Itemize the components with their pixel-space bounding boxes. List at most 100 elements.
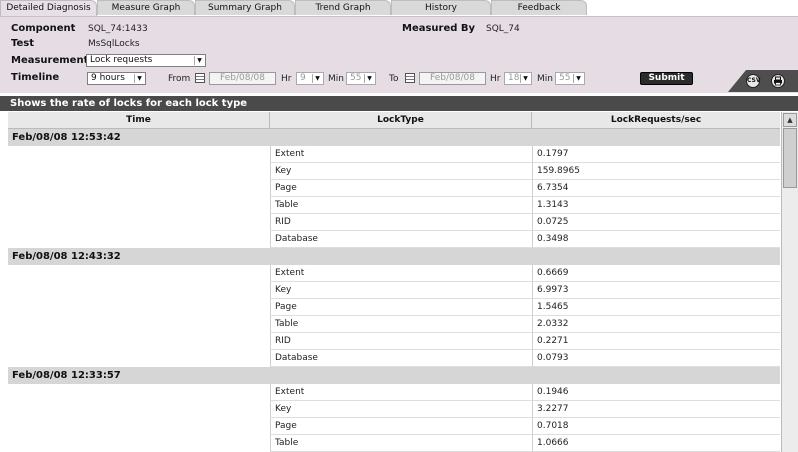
column-header-locktype[interactable]: LockType xyxy=(270,112,532,128)
lockrequests-cell: 6.7354 xyxy=(532,180,780,197)
table-row: Database 0.3498 xyxy=(8,231,780,248)
from-hour-select[interactable]: 9 ▼ xyxy=(296,72,324,85)
time-cell xyxy=(8,435,270,452)
locktype-cell: Page xyxy=(270,299,532,316)
lockrequests-cell: 0.1946 xyxy=(532,384,780,401)
group-time-row: Feb/08/08 12:33:57 xyxy=(8,367,780,384)
time-cell xyxy=(8,197,270,214)
chevron-down-icon: ▼ xyxy=(194,56,204,65)
locktype-cell: Key xyxy=(270,163,532,180)
table-row: Table 2.0332 xyxy=(8,316,780,333)
submit-button[interactable]: Submit xyxy=(640,72,693,85)
locktype-cell: Database xyxy=(270,350,532,367)
table-row: Table 1.0666 xyxy=(8,435,780,452)
lockrequests-cell: 6.9973 xyxy=(532,282,780,299)
test-value: MsSqlLocks xyxy=(88,39,140,49)
time-cell xyxy=(8,350,270,367)
column-header-lockrequests[interactable]: LockRequests/sec xyxy=(532,112,780,128)
lockrequests-cell: 0.6669 xyxy=(532,265,780,282)
table-row: Database 0.0793 xyxy=(8,350,780,367)
timeline-select[interactable]: 9 hours ▼ xyxy=(87,72,146,85)
time-cell xyxy=(8,231,270,248)
group-time-row: Feb/08/08 12:53:42 xyxy=(8,129,780,146)
time-cell xyxy=(8,214,270,231)
lockrequests-cell: 0.3498 xyxy=(532,231,780,248)
lockrequests-cell: 0.0725 xyxy=(532,214,780,231)
csv-icon[interactable]: CSV xyxy=(746,74,760,88)
scroll-up-icon[interactable]: ▲ xyxy=(783,113,797,127)
time-cell xyxy=(8,333,270,350)
from-minute-select[interactable]: 55 ▼ xyxy=(346,72,376,85)
time-cell xyxy=(8,180,270,197)
column-header-time[interactable]: Time xyxy=(8,112,270,128)
table-row: RID 0.0725 xyxy=(8,214,780,231)
lockrequests-cell: 2.0332 xyxy=(532,316,780,333)
tab-measure-graph[interactable]: Measure Graph xyxy=(97,0,195,15)
tab-trend-graph[interactable]: Trend Graph xyxy=(295,0,391,15)
lockrequests-cell: 0.0793 xyxy=(532,350,780,367)
table-row: Page 0.7018 xyxy=(8,418,780,435)
locktype-cell: Table xyxy=(270,197,532,214)
table-row: RID 0.2271 xyxy=(8,333,780,350)
to-date-input[interactable]: Feb/08/08 xyxy=(419,72,486,85)
table-row: Extent 0.1797 xyxy=(8,146,780,163)
measured-by-label: Measured By xyxy=(402,23,476,34)
table-header: Time LockType LockRequests/sec xyxy=(8,112,780,129)
from-minute-value: 55 xyxy=(350,73,362,83)
to-min-label: Min xyxy=(537,74,553,84)
print-icon[interactable] xyxy=(771,74,785,88)
time-cell xyxy=(8,418,270,435)
locktype-cell: RID xyxy=(270,214,532,231)
vertical-scrollbar[interactable]: ▲ xyxy=(781,112,798,452)
from-min-label: Min xyxy=(328,74,344,84)
locktype-cell: Table xyxy=(270,435,532,452)
tab-detailed-diagnosis[interactable]: Detailed Diagnosis xyxy=(0,0,97,16)
time-cell xyxy=(8,299,270,316)
scroll-thumb[interactable] xyxy=(783,128,797,188)
tab-history[interactable]: History xyxy=(391,0,491,15)
locktype-cell: Table xyxy=(270,316,532,333)
calendar-icon[interactable] xyxy=(195,73,205,83)
time-cell xyxy=(8,401,270,418)
table-row: Page 1.5465 xyxy=(8,299,780,316)
locktype-cell: Extent xyxy=(270,384,532,401)
table-row: Key 6.9973 xyxy=(8,282,780,299)
to-minute-select[interactable]: 55 ▼ xyxy=(555,72,585,85)
time-cell xyxy=(8,146,270,163)
to-hour-select[interactable]: 18 ▼ xyxy=(504,72,532,85)
chevron-down-icon: ▼ xyxy=(573,74,583,83)
to-minute-value: 55 xyxy=(559,73,571,83)
time-cell xyxy=(8,282,270,299)
tab-summary-graph[interactable]: Summary Graph xyxy=(195,0,295,15)
from-hour-value: 9 xyxy=(300,73,306,83)
calendar-icon[interactable] xyxy=(405,73,415,83)
lockrequests-cell: 0.7018 xyxy=(532,418,780,435)
table-row: Key 3.2277 xyxy=(8,401,780,418)
chevron-down-icon: ▼ xyxy=(312,74,322,83)
to-hour-value: 18 xyxy=(508,73,520,83)
locktype-cell: Key xyxy=(270,282,532,299)
lockrequests-cell: 0.1797 xyxy=(532,146,780,163)
chevron-down-icon: ▼ xyxy=(364,74,374,83)
test-label: Test xyxy=(11,38,35,49)
time-cell xyxy=(8,384,270,401)
measured-by-value: SQL_74 xyxy=(486,24,520,34)
table-row: Key 159.8965 xyxy=(8,163,780,180)
section-title: Shows the rate of locks for each lock ty… xyxy=(0,96,798,111)
lockrequests-cell: 1.5465 xyxy=(532,299,780,316)
timeline-select-value: 9 hours xyxy=(91,73,125,83)
group-time-row: Feb/08/08 12:43:32 xyxy=(8,248,780,265)
to-hr-label: Hr xyxy=(490,74,501,84)
tab-bar: Detailed Diagnosis Measure Graph Summary… xyxy=(0,0,798,16)
tab-feedback[interactable]: Feedback xyxy=(491,0,587,15)
chevron-down-icon: ▼ xyxy=(520,74,530,83)
measurement-select-value: Lock requests xyxy=(90,55,153,65)
table-row: Table 1.3143 xyxy=(8,197,780,214)
to-label: To xyxy=(389,74,399,84)
from-date-input[interactable]: Feb/08/08 xyxy=(209,72,276,85)
time-cell xyxy=(8,316,270,333)
measurement-select[interactable]: Lock requests ▼ xyxy=(86,54,206,67)
lockrequests-cell: 0.2271 xyxy=(532,333,780,350)
component-label: Component xyxy=(11,23,76,34)
table-row: Extent 0.6669 xyxy=(8,265,780,282)
